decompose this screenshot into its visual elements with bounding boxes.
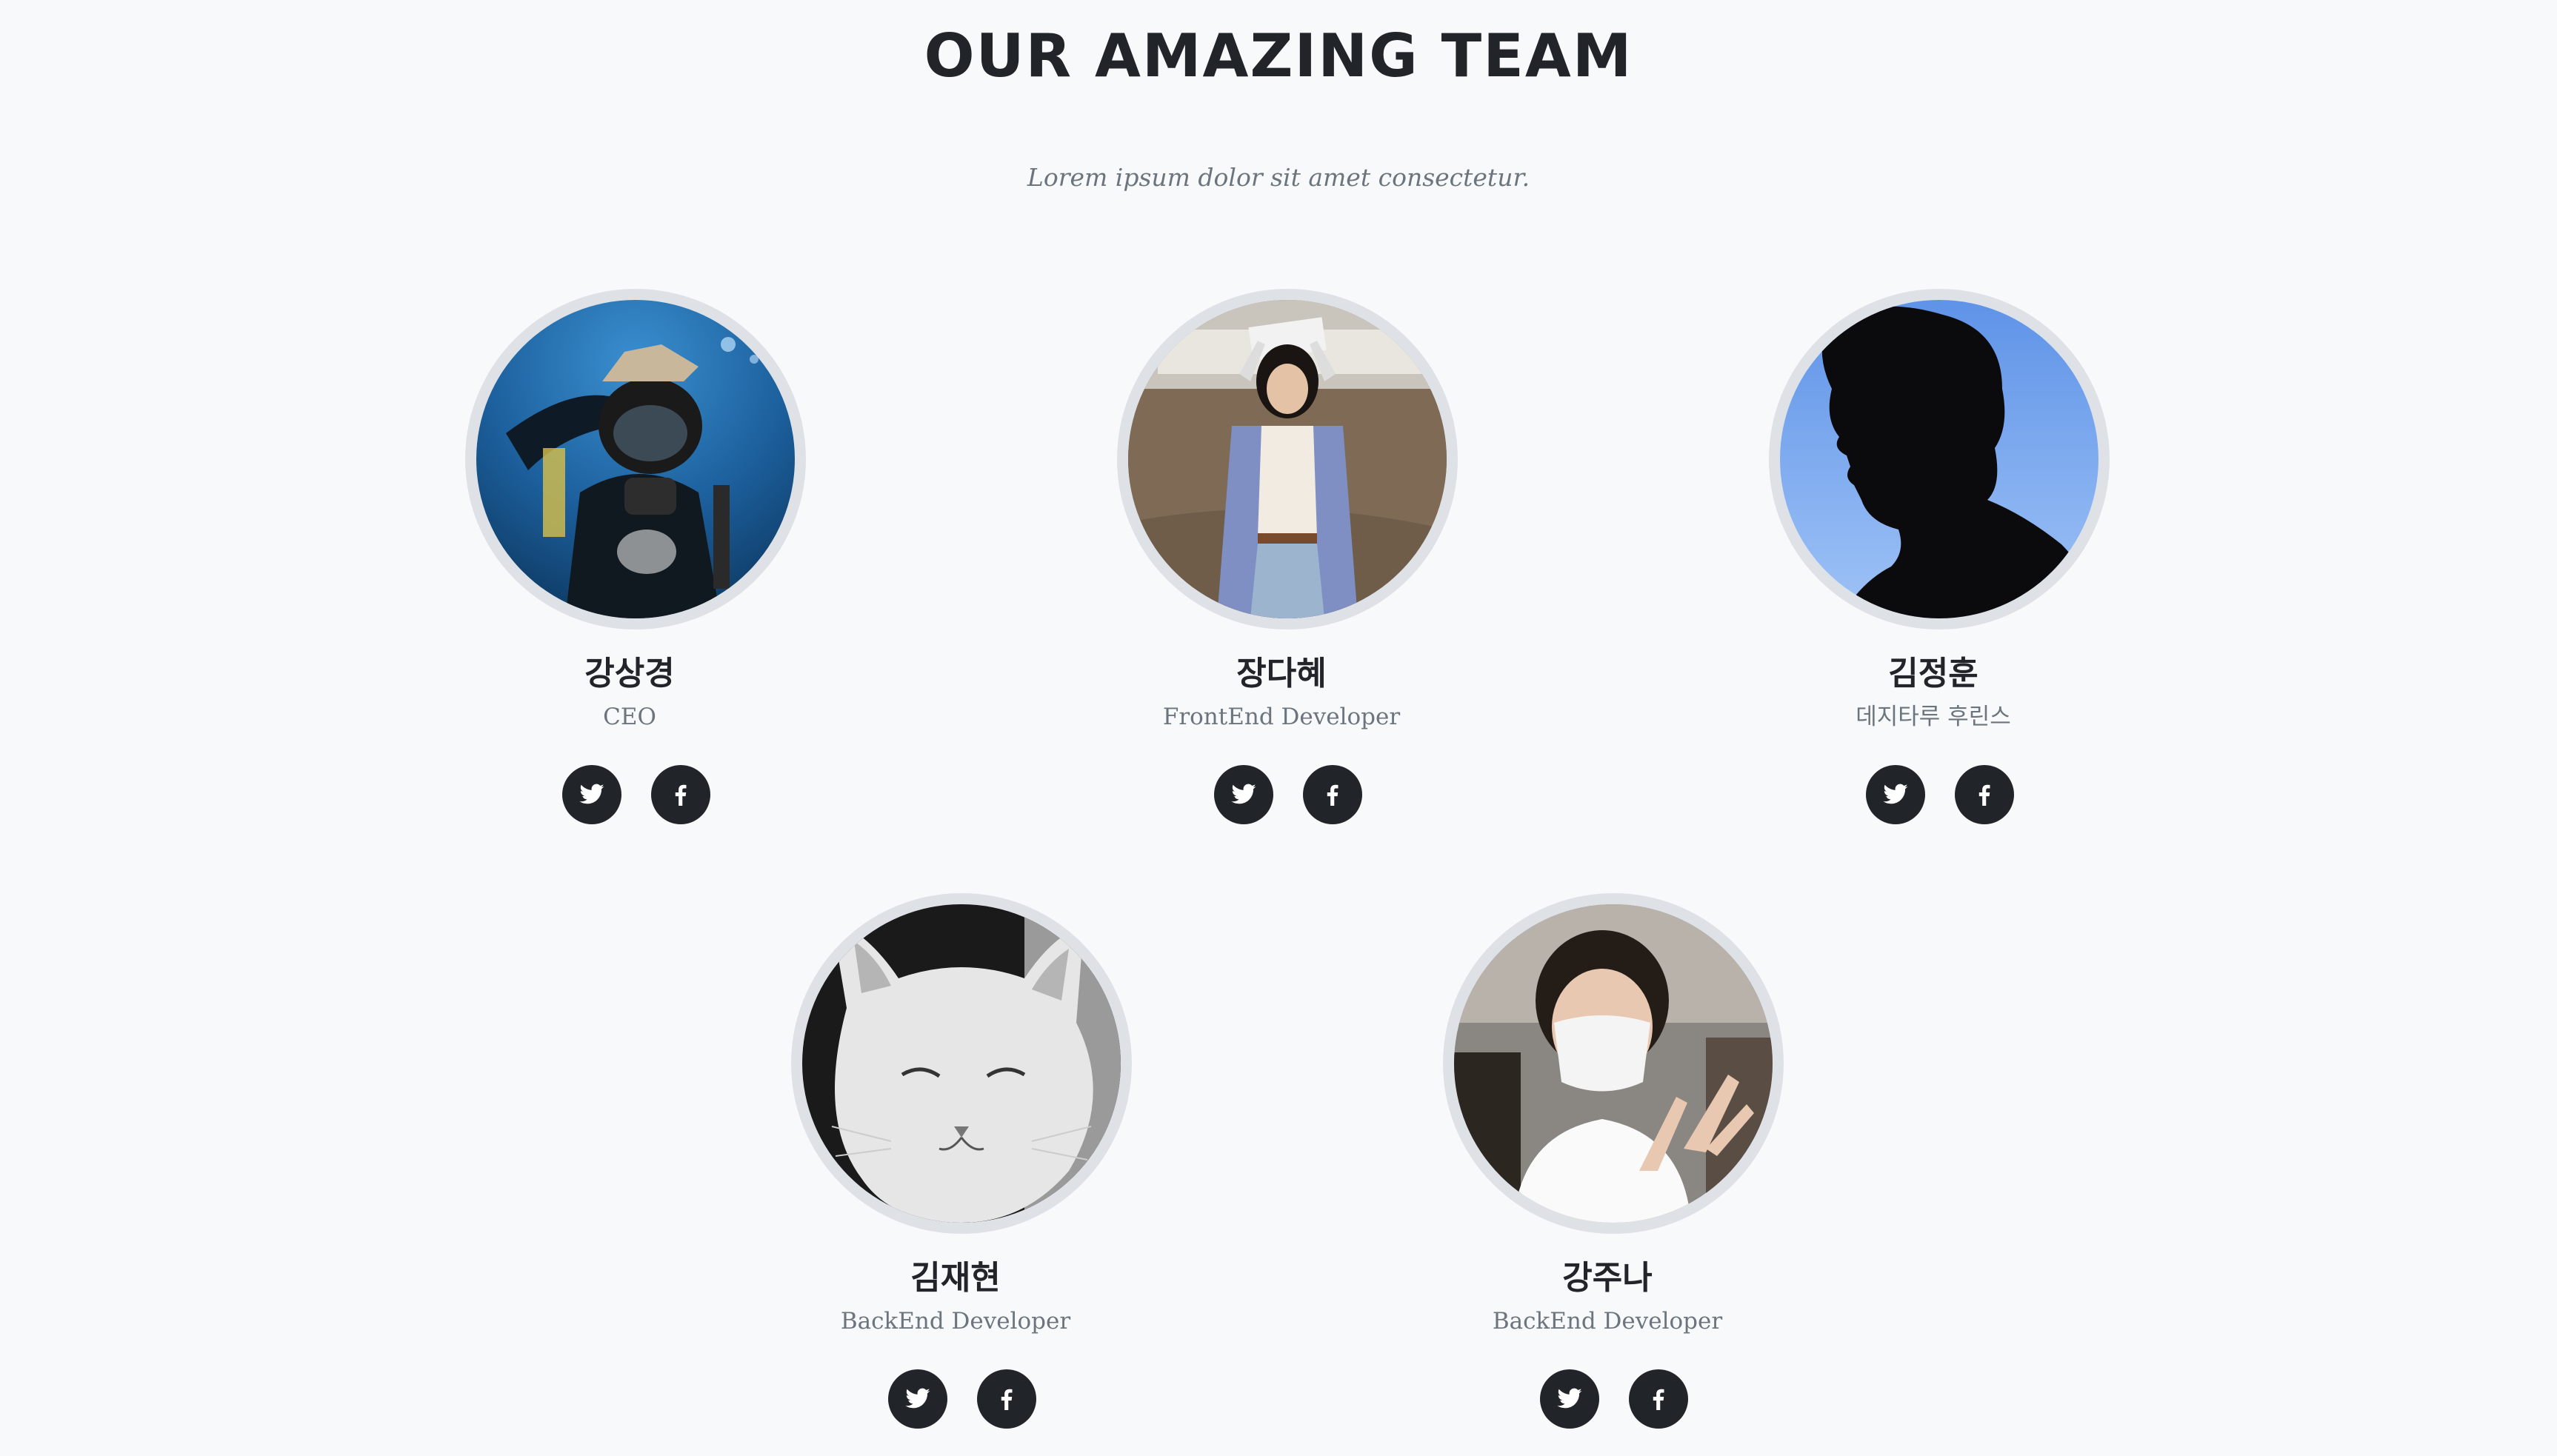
facebook-icon — [1327, 784, 1338, 806]
social-links — [1311, 1369, 1904, 1429]
member-photo — [1443, 893, 1784, 1234]
twitter-button[interactable] — [888, 1369, 947, 1429]
social-links — [1637, 765, 2230, 824]
twitter-icon — [579, 784, 604, 804]
facebook-icon — [1978, 784, 1990, 806]
member-name: 김정훈 — [1888, 655, 1978, 692]
member-role: CEO — [603, 704, 656, 730]
twitter-button[interactable] — [1214, 765, 1273, 824]
member-photo-image — [1128, 300, 1447, 618]
team-member-card: 김정훈 데지타루 후린스 — [1637, 289, 2230, 829]
facebook-button[interactable] — [1629, 1369, 1688, 1429]
team-member-card: 장다혜 FrontEnd Developer — [985, 289, 1578, 829]
twitter-icon — [905, 1388, 930, 1409]
page-title: OUR AMAZING TEAM — [924, 21, 1633, 90]
facebook-icon — [1001, 1389, 1013, 1410]
twitter-button[interactable] — [562, 765, 621, 824]
page-subtitle: Lorem ipsum dolor sit amet consectetur. — [1027, 163, 1530, 192]
member-photo — [1117, 289, 1458, 630]
member-role: 데지타루 후린스 — [1856, 704, 2011, 730]
team-member-card: 김재현 BackEnd Developer — [659, 893, 1252, 1434]
social-links — [659, 1369, 1252, 1429]
member-photo — [791, 893, 1132, 1234]
member-role: FrontEnd Developer — [1162, 704, 1401, 730]
member-name: 김재현 — [910, 1259, 1001, 1297]
member-photo — [465, 289, 806, 630]
member-photo-image — [476, 300, 795, 618]
member-photo-image — [1454, 904, 1773, 1223]
twitter-icon — [1231, 784, 1256, 804]
member-name: 강주나 — [1562, 1259, 1653, 1297]
facebook-button[interactable] — [651, 765, 710, 824]
facebook-button[interactable] — [1303, 765, 1362, 824]
twitter-icon — [1557, 1388, 1582, 1409]
member-role: BackEnd Developer — [1492, 1308, 1723, 1335]
facebook-button[interactable] — [1955, 765, 2014, 824]
twitter-icon — [1883, 784, 1908, 804]
member-name: 강상경 — [584, 655, 675, 692]
member-photo — [1769, 289, 2110, 630]
twitter-button[interactable] — [1866, 765, 1925, 824]
member-role: BackEnd Developer — [840, 1308, 1071, 1335]
social-links — [985, 765, 1578, 824]
facebook-icon — [1653, 1389, 1664, 1410]
facebook-icon — [675, 784, 687, 806]
member-name: 장다혜 — [1236, 655, 1327, 692]
facebook-button[interactable] — [977, 1369, 1036, 1429]
social-links — [333, 765, 926, 824]
team-member-card: 강주나 BackEnd Developer — [1311, 893, 1904, 1434]
team-member-card: 강상경 CEO — [333, 289, 926, 829]
twitter-button[interactable] — [1540, 1369, 1599, 1429]
member-photo-image — [1780, 300, 2098, 618]
member-photo-image — [802, 904, 1121, 1223]
